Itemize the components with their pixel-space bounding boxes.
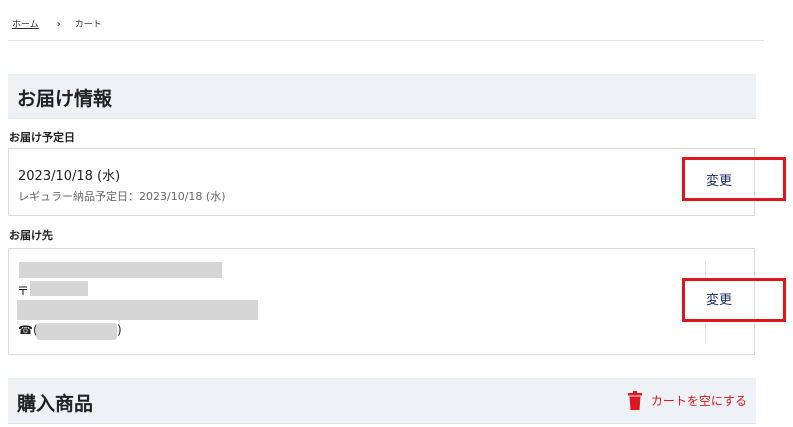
empty-cart-label: カートを空にする xyxy=(650,394,747,408)
delivery-section-title: お届け情報 xyxy=(17,88,113,110)
empty-cart-button[interactable]: カートを空にする xyxy=(627,391,747,410)
redacted-recipient-name xyxy=(19,262,222,278)
redacted-address xyxy=(17,300,258,320)
breadcrumb-home-link[interactable]: ホーム xyxy=(12,20,39,30)
phone-icon: ☎( xyxy=(18,323,38,337)
delivery-date-card: 2023/10/18 (水) レギュラー納品予定日：2023/10/18 (水)… xyxy=(8,148,755,216)
breadcrumb-divider xyxy=(8,40,764,41)
redacted-postal-code xyxy=(30,281,88,296)
highlight-box-address-change xyxy=(682,278,786,322)
redacted-phone-number xyxy=(36,323,117,340)
delivery-address-label: お届け先 xyxy=(9,229,53,242)
breadcrumb-separator-icon: › xyxy=(56,19,61,30)
trash-icon xyxy=(627,391,642,410)
purchase-section-title: 購入商品 xyxy=(17,393,94,415)
postal-mark: 〒 xyxy=(17,284,30,298)
phone-close-paren: ) xyxy=(117,323,122,337)
highlight-box-date-change xyxy=(682,157,786,201)
delivery-date-value: 2023/10/18 (水) xyxy=(18,169,121,184)
regular-delivery-date: レギュラー納品予定日：2023/10/18 (水) xyxy=(18,190,226,203)
delivery-date-label: お届け予定日 xyxy=(9,131,75,144)
breadcrumb-current: カート xyxy=(74,20,102,30)
breadcrumb: ホーム › カート xyxy=(12,17,102,30)
delivery-section-header: お届け情報 xyxy=(8,74,756,119)
